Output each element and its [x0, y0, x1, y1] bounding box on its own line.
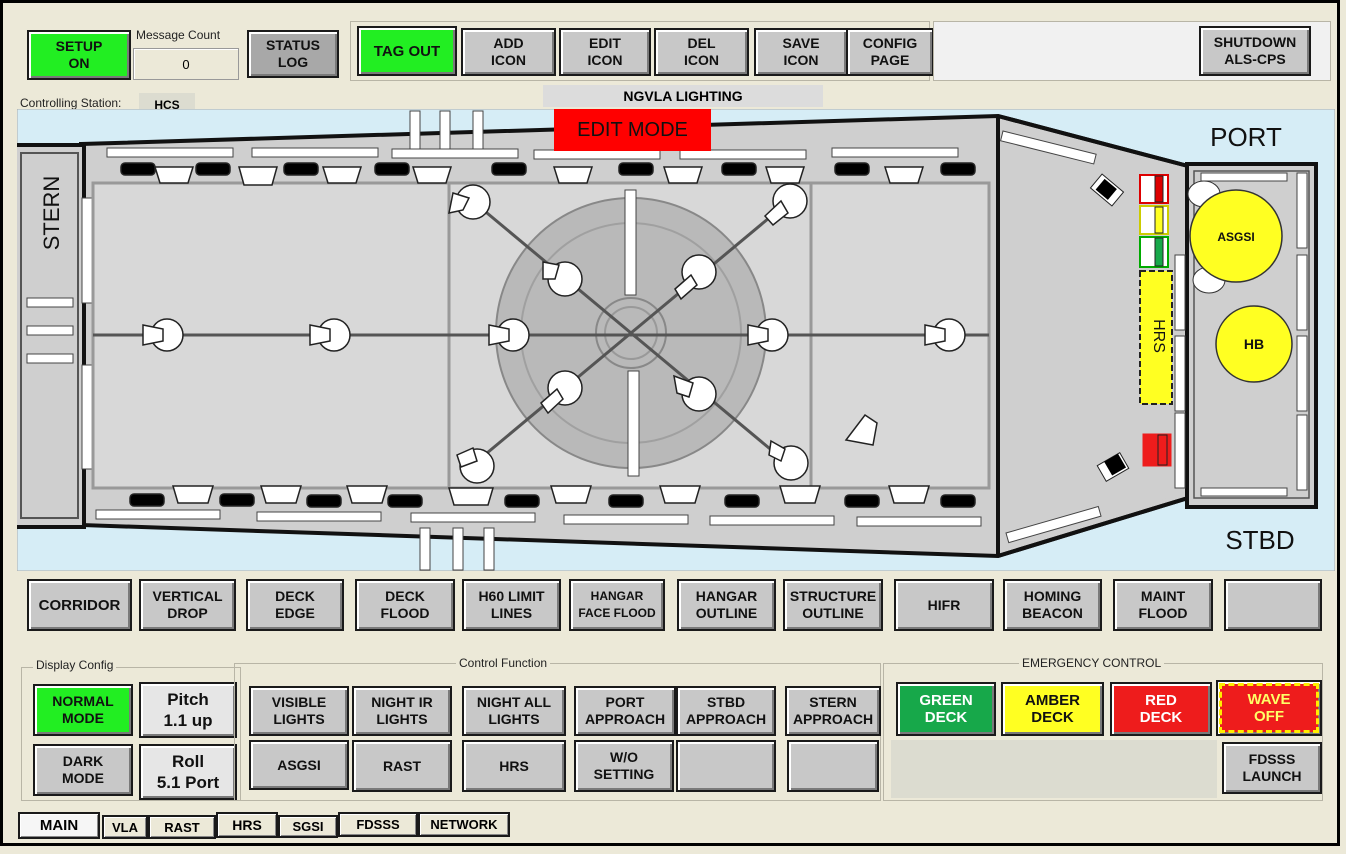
- stbd-approach-button[interactable]: STBD APPROACH: [676, 686, 776, 736]
- wo-setting-button[interactable]: W/O SETTING: [574, 740, 674, 792]
- blank-control-button-1[interactable]: [676, 740, 776, 792]
- config-page-button[interactable]: CONFIG PAGE: [846, 28, 934, 76]
- tag-out-button[interactable]: TAG OUT: [357, 26, 457, 76]
- stern-label: STERN: [39, 176, 64, 251]
- del-icon-button[interactable]: DEL ICON: [654, 28, 749, 76]
- controlling-station-label: Controlling Station:: [20, 96, 122, 110]
- message-count-label: Message Count: [136, 28, 221, 42]
- roll-display: Roll 5.1 Port: [139, 744, 237, 800]
- display-config-title: Display Config: [33, 658, 117, 672]
- amber-deck-button[interactable]: AMBER DECK: [1001, 682, 1104, 736]
- night-ir-lights-button[interactable]: NIGHT IR LIGHTS: [352, 686, 452, 736]
- port-approach-button[interactable]: PORT APPROACH: [574, 686, 676, 736]
- setup-button[interactable]: SETUP ON: [27, 30, 131, 80]
- corridor-button[interactable]: CORRIDOR: [27, 579, 132, 631]
- normal-mode-button[interactable]: NORMAL MODE: [33, 684, 133, 736]
- h60-limit-lines-button[interactable]: H60 LIMIT LINES: [462, 579, 561, 631]
- blank-control-button-2[interactable]: [787, 740, 879, 792]
- deck-edge-button[interactable]: DECK EDGE: [246, 579, 344, 631]
- port-label: PORT: [1210, 122, 1282, 152]
- night-all-lights-button[interactable]: NIGHT ALL LIGHTS: [462, 686, 566, 736]
- asgsi-button[interactable]: ASGSI: [249, 740, 349, 790]
- save-icon-button[interactable]: SAVE ICON: [754, 28, 848, 76]
- add-icon-button[interactable]: ADD ICON: [461, 28, 556, 76]
- hifr-button[interactable]: HIFR: [894, 579, 994, 631]
- structure-outline-button[interactable]: STRUCTURE OUTLINE: [783, 579, 883, 631]
- fdsss-launch-button[interactable]: FDSSS LAUNCH: [1222, 742, 1322, 794]
- hangar-outline-button[interactable]: HANGAR OUTLINE: [677, 579, 776, 631]
- tab-hrs[interactable]: HRS: [216, 812, 278, 838]
- stern-approach-button[interactable]: STERN APPROACH: [785, 686, 881, 736]
- edit-mode-banner: EDIT MODE: [554, 109, 711, 151]
- visible-lights-button[interactable]: VISIBLE LIGHTS: [249, 686, 349, 736]
- tab-network[interactable]: NETWORK: [418, 812, 510, 837]
- tab-vla[interactable]: VLA: [102, 815, 148, 839]
- control-function-title: Control Function: [456, 656, 551, 670]
- emergency-control-title: EMERGENCY CONTROL: [1019, 656, 1165, 670]
- deck-flood-button[interactable]: DECK FLOOD: [355, 579, 455, 631]
- rast-button[interactable]: RAST: [352, 740, 452, 792]
- hrs-label: HRS: [1150, 319, 1167, 353]
- asgsi-label: ASGSI: [1217, 230, 1254, 244]
- emergency-status-panel: [891, 740, 1217, 798]
- message-count-field: 0: [133, 48, 239, 80]
- blank-function-button[interactable]: [1224, 579, 1322, 631]
- tab-sgsi[interactable]: SGSI: [278, 815, 338, 838]
- tab-main[interactable]: MAIN: [18, 812, 100, 839]
- page-title: NGVLA LIGHTING: [543, 85, 823, 107]
- shutdown-button[interactable]: SHUTDOWN ALS-CPS: [1199, 26, 1311, 76]
- edit-icon-button[interactable]: EDIT ICON: [559, 28, 651, 76]
- red-deck-button[interactable]: RED DECK: [1110, 682, 1212, 736]
- ship-diagram: STERN HRS ASGSI HB PORT STBD: [17, 109, 1335, 571]
- hangar-face-flood-button[interactable]: HANGAR FACE FLOOD: [569, 579, 665, 631]
- main-window: SETUP ON Message Count 0 STATUS LOG TAG …: [0, 0, 1340, 846]
- function-button-row: CORRIDOR VERTICAL DROP DECK EDGE DECK FL…: [17, 574, 1335, 636]
- green-deck-button[interactable]: GREEN DECK: [896, 682, 996, 736]
- status-log-button[interactable]: STATUS LOG: [247, 30, 339, 78]
- tab-rast[interactable]: RAST: [148, 815, 216, 839]
- stbd-label: STBD: [1225, 525, 1294, 555]
- wave-off-button[interactable]: WAVE OFF: [1216, 680, 1322, 736]
- maint-flood-button[interactable]: MAINT FLOOD: [1113, 579, 1213, 631]
- tab-fdsss[interactable]: FDSSS: [338, 812, 418, 837]
- homing-beacon-button[interactable]: HOMING BEACON: [1003, 579, 1102, 631]
- dark-mode-button[interactable]: DARK MODE: [33, 744, 133, 796]
- vertical-drop-button[interactable]: VERTICAL DROP: [139, 579, 236, 631]
- hb-label: HB: [1244, 336, 1264, 352]
- pitch-display: Pitch 1.1 up: [139, 682, 237, 738]
- hrs-button[interactable]: HRS: [462, 740, 566, 792]
